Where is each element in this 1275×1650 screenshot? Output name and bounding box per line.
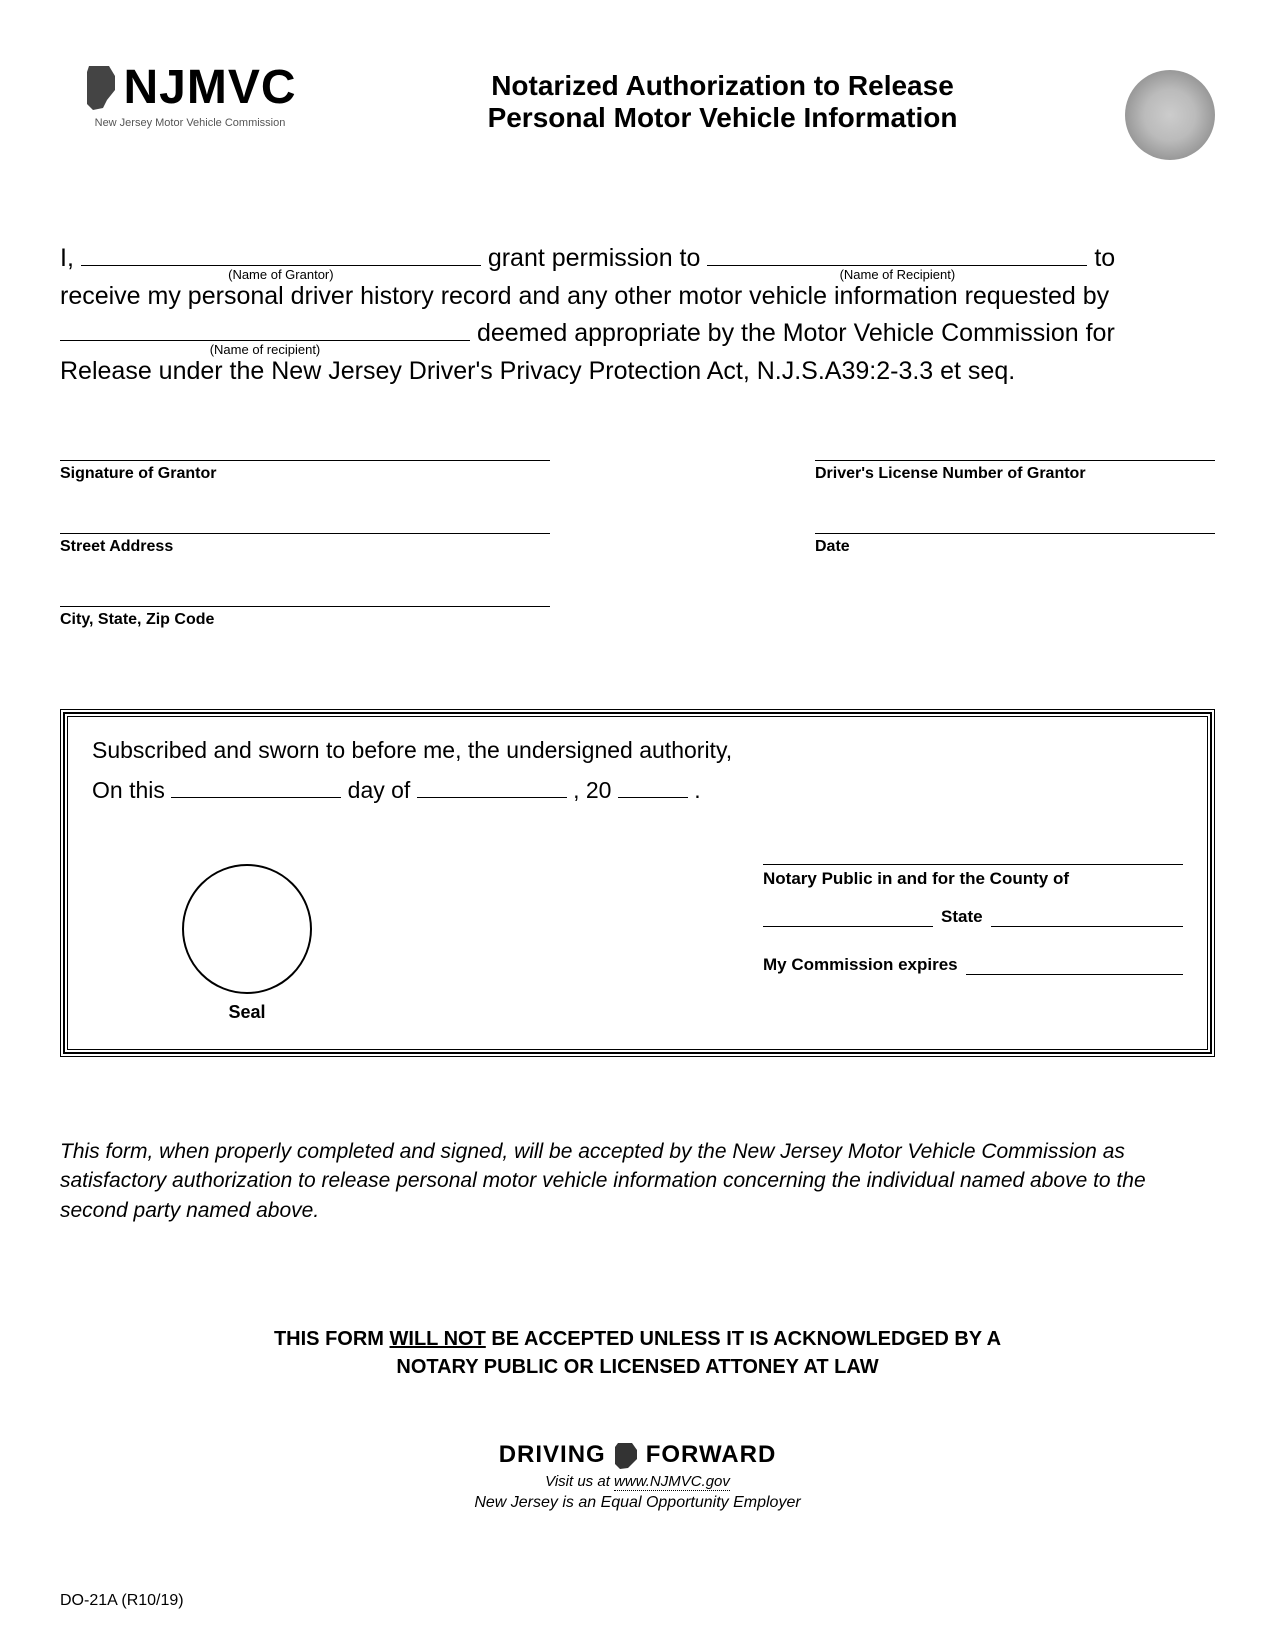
- recipient-name-blank[interactable]: (Name of Recipient): [707, 265, 1087, 266]
- street-address-line[interactable]: Street Address: [60, 533, 550, 556]
- commission-row: My Commission expires: [763, 955, 1183, 975]
- day-of-label: day of: [348, 777, 411, 803]
- warning-block: THIS FORM WILL NOT BE ACCEPTED UNLESS IT…: [60, 1325, 1215, 1381]
- grant-permission-text: grant permission to: [488, 244, 701, 272]
- visit-line: Visit us at www.NJMVC.gov: [60, 1473, 1215, 1490]
- driving-forward-logo: DRIVING FORWARD: [60, 1441, 1215, 1469]
- state-label: State: [941, 907, 983, 927]
- body-line2: receive my personal driver history recor…: [60, 282, 1109, 310]
- notary-box: Subscribed and sworn to before me, the u…: [60, 709, 1215, 1057]
- year-blank[interactable]: [618, 776, 688, 798]
- commission-blank[interactable]: [966, 955, 1183, 975]
- body-line3: deemed appropriate by the Motor Vehicle …: [477, 319, 1115, 347]
- commission-label: My Commission expires: [763, 955, 958, 975]
- signature-grid: Signature of Grantor Driver's License Nu…: [60, 460, 1215, 629]
- period: .: [694, 777, 700, 803]
- warn-willnot: WILL NOT: [390, 1328, 486, 1350]
- title-line-1: Notarized Authorization to Release: [320, 70, 1125, 102]
- njmvc-url[interactable]: www.NJMVC.gov: [614, 1473, 730, 1491]
- grantor-name-caption: (Name of Grantor): [81, 265, 481, 285]
- warn-post: BE ACCEPTED UNLESS IT IS ACKNOWLEDGED BY…: [486, 1328, 1001, 1350]
- month-blank[interactable]: [417, 776, 567, 798]
- forward-text: FORWARD: [646, 1441, 777, 1469]
- i-prefix: I,: [60, 244, 74, 272]
- njmvc-logo-text: NJMVC: [83, 60, 296, 115]
- grantor-signature-line[interactable]: Signature of Grantor: [60, 460, 550, 483]
- footer: DRIVING FORWARD Visit us at www.NJMVC.go…: [60, 1441, 1215, 1512]
- body-line4: Release under the New Jersey Driver's Pr…: [60, 357, 1015, 385]
- title-block: Notarized Authorization to Release Perso…: [320, 60, 1125, 134]
- seal-label: Seal: [182, 1002, 312, 1023]
- driving-text: DRIVING: [499, 1441, 606, 1469]
- eoe-line: New Jersey is an Equal Opportunity Emplo…: [60, 1494, 1215, 1512]
- on-this-line: On this day of , 20 .: [92, 776, 1183, 804]
- seal-circle: [182, 864, 312, 994]
- notary-county-line[interactable]: Notary Public in and for the County of: [763, 864, 1183, 889]
- recipient-name-caption: (Name of Recipient): [707, 265, 1087, 285]
- logo-subtitle: New Jersey Motor Vehicle Commission: [95, 117, 286, 129]
- state-row: State: [763, 907, 1183, 927]
- warn-pre: THIS FORM: [274, 1328, 390, 1350]
- to-suffix: to: [1094, 244, 1115, 272]
- date-line[interactable]: Date: [815, 533, 1215, 556]
- nj-mini-icon: [612, 1441, 640, 1469]
- grantor-name-blank[interactable]: (Name of Grantor): [81, 265, 481, 266]
- city-state-zip-line[interactable]: City, State, Zip Code: [60, 606, 550, 629]
- warn-line2: NOTARY PUBLIC OR LICENSED ATTONEY AT LAW: [396, 1356, 878, 1378]
- logo-main: NJMVC: [123, 60, 296, 115]
- form-code: DO-21A (R10/19): [60, 1592, 184, 1610]
- logo-left: NJMVC New Jersey Motor Vehicle Commissio…: [60, 60, 320, 129]
- day-blank[interactable]: [171, 776, 341, 798]
- subscribed-line: Subscribed and sworn to before me, the u…: [92, 737, 1183, 764]
- nj-state-icon: [83, 64, 119, 112]
- on-this-label: On this: [92, 777, 165, 803]
- header: NJMVC New Jersey Motor Vehicle Commissio…: [60, 60, 1215, 160]
- title-line-2: Personal Motor Vehicle Information: [320, 102, 1125, 134]
- recipient-name-caption-2: (Name of recipient): [60, 340, 470, 360]
- recipient-name-blank-2[interactable]: (Name of recipient): [60, 340, 470, 341]
- state-blank[interactable]: [991, 907, 1183, 927]
- state-seal-icon: [1125, 70, 1215, 160]
- dl-number-line[interactable]: Driver's License Number of Grantor: [815, 460, 1215, 483]
- notary-right: Notary Public in and for the County of S…: [763, 864, 1183, 1003]
- comma-20: , 20: [573, 777, 611, 803]
- disclaimer-text: This form, when properly completed and s…: [60, 1137, 1215, 1225]
- authorization-paragraph: I, (Name of Grantor) grant permission to…: [60, 240, 1200, 390]
- county-blank[interactable]: [763, 907, 933, 927]
- seal-area: Seal: [182, 864, 312, 1023]
- visit-pre: Visit us at: [545, 1473, 614, 1490]
